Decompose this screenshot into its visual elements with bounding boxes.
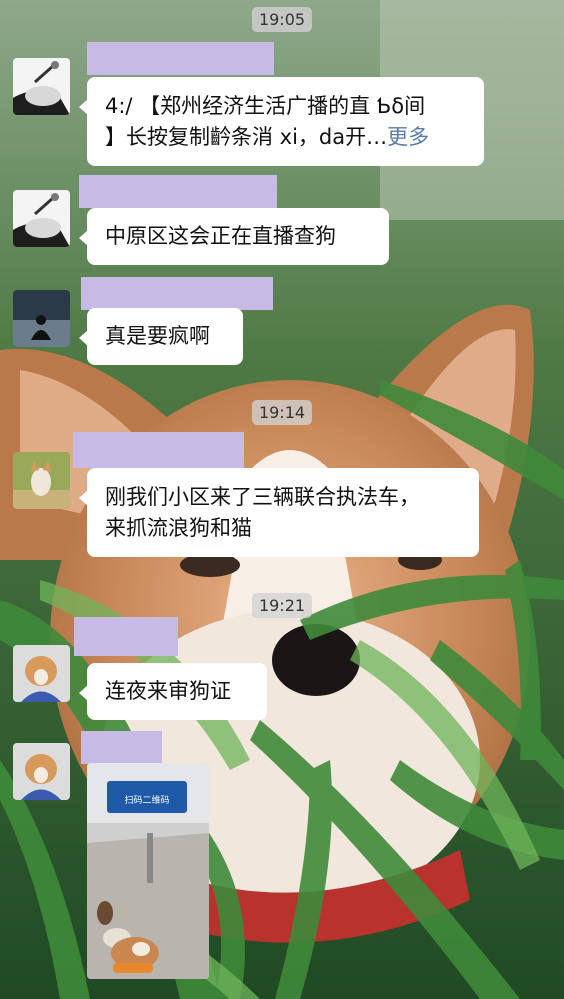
more-link[interactable]: 更多 (387, 125, 429, 149)
message-bubble[interactable]: 刚我们小区来了三辆联合执法车， 来抓流浪狗和猫 (79, 468, 479, 557)
sender-name-placeholder (79, 175, 277, 208)
avatar-image (13, 58, 70, 115)
message-text: 刚我们小区来了三辆联合执法车， (105, 485, 420, 509)
message-bubble[interactable]: 连夜来审狗证 (79, 663, 267, 720)
avatar[interactable] (13, 645, 70, 702)
message-bubble[interactable]: 真是要疯啊 (79, 308, 243, 365)
image-message[interactable]: 扫码二维码 (87, 763, 209, 979)
timestamp: 19:05 (251, 7, 313, 32)
avatar-image (13, 645, 70, 702)
message-text: 中原区这会正在直播查狗 (105, 224, 336, 248)
photo-sign-text: 扫码二维码 (124, 794, 169, 806)
sender-name-placeholder (81, 731, 162, 764)
message-text: 真是要疯啊 (105, 324, 210, 348)
avatar[interactable] (13, 452, 70, 509)
avatar-image (13, 452, 70, 509)
timestamp: 19:21 (251, 593, 313, 618)
message-text: 来抓流浪狗和猫 (105, 516, 252, 540)
avatar[interactable] (13, 190, 70, 247)
avatar[interactable] (13, 743, 70, 800)
message-bubble[interactable]: 4:/ 【郑州经济生活广播的直 Ƅδ间 】长按复制䶖条消 xi，da开…更多 (79, 77, 484, 166)
avatar[interactable] (13, 58, 70, 115)
timestamp: 19:14 (251, 400, 313, 425)
sender-name-placeholder (87, 42, 274, 75)
sender-name-placeholder (81, 277, 273, 310)
sender-name-placeholder (74, 617, 178, 656)
avatar-image (13, 190, 70, 247)
avatar-image (13, 743, 70, 800)
photo-thumbnail: 扫码二维码 (87, 763, 209, 979)
sender-name-placeholder (73, 432, 244, 468)
message-text: 4:/ 【郑州经济生活广播的直 Ƅδ间 (105, 94, 426, 118)
message-text: 】长按复制䶖条消 xi，da开… (105, 125, 388, 149)
message-text: 连夜来审狗证 (105, 679, 231, 703)
avatar[interactable] (13, 290, 70, 347)
avatar-image (13, 290, 70, 347)
message-bubble[interactable]: 中原区这会正在直播查狗 (79, 208, 389, 265)
